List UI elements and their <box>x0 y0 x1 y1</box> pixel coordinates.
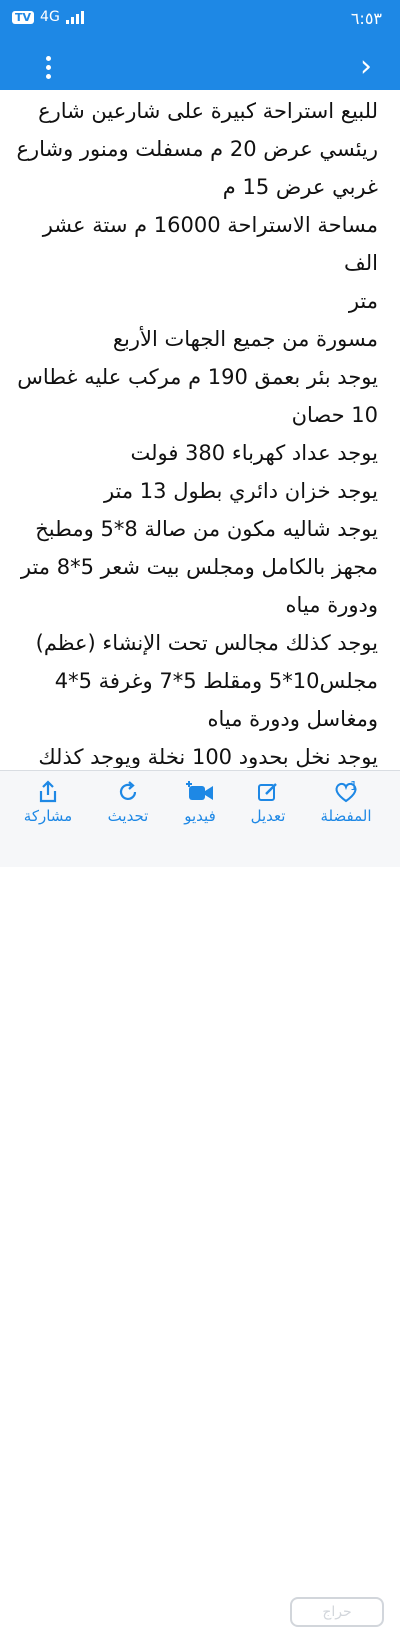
ad-line: مسورة من جميع الجهات الأربع <box>112 327 378 351</box>
favorite-button[interactable]: 1 المفضلة <box>306 779 386 825</box>
status-icons: TV 4G <box>12 9 84 25</box>
refresh-icon <box>88 779 168 805</box>
refresh-label: تحديث <box>107 807 149 825</box>
share-label: مشاركة <box>23 807 73 825</box>
favorite-count: 1 <box>350 779 358 793</box>
ad-line: يوجد نخل بحدود 100 نخلة ويوجد كذلك <box>38 745 378 768</box>
app-badge-icon: TV <box>12 10 35 24</box>
ad-line: ودورة مياه <box>285 593 378 617</box>
edit-button[interactable]: تعديل <box>228 779 308 825</box>
ad-line: مجلس10*5 ومقلط 5*7 وغرفة 5*4 <box>54 669 378 693</box>
ad-line: ومغاسل ودورة مياه <box>207 707 378 731</box>
status-time: ٦:٥٣ <box>350 9 382 28</box>
watermark-logo: حراج <box>290 1597 384 1627</box>
ad-line: مجهز بالكامل ومجلس بيت شعر 5*8 متر <box>20 555 378 579</box>
ad-line: يوجد بئر بعمق 190 م مركب عليه غطاس <box>17 365 378 389</box>
ad-line: للبيع استراحة كبيرة على شارعين شارع <box>38 99 378 123</box>
status-bar: TV 4G ٦:٥٣ <box>0 0 400 44</box>
ad-line: ريئسي عرض 20 م مسفلت ومنور وشارع <box>16 137 378 161</box>
share-icon <box>8 779 88 805</box>
back-chevron-icon[interactable]: › <box>360 52 372 82</box>
ad-line: مساحة الاستراحة 16000 م ستة عشر الف <box>42 213 378 275</box>
ad-line: غربي عرض 15 م <box>222 175 378 199</box>
refresh-button[interactable]: تحديث <box>88 779 168 825</box>
signal-icon <box>65 10 84 24</box>
ad-line: يوجد كذلك مجالس تحت الإنشاء (عظم) <box>35 631 378 655</box>
ad-line: يوجد شاليه مكون من صالة 8*5 ومطبخ <box>35 517 378 541</box>
app-bar: › <box>0 44 400 90</box>
heart-icon <box>306 779 386 805</box>
favorite-label: المفضلة <box>320 807 372 825</box>
ad-description: للبيع استراحة كبيرة على شارعين شارع ريئس… <box>0 92 400 768</box>
ad-line: متر <box>348 289 378 313</box>
ad-line: يوجد خزان دائري بطول 13 متر <box>103 479 378 503</box>
share-button[interactable]: مشاركة <box>8 779 88 825</box>
network-type: 4G <box>40 9 60 25</box>
ad-line: 10 حصان <box>291 403 378 427</box>
edit-label: تعديل <box>250 807 286 825</box>
edit-icon <box>228 779 308 805</box>
bottom-action-bar: مشاركة تحديث فيديو تعديل 1 المفضلة حراج <box>0 770 400 1627</box>
more-options-icon[interactable] <box>38 52 58 82</box>
ad-line: يوجد عداد كهرباء 380 فولت <box>130 441 378 465</box>
